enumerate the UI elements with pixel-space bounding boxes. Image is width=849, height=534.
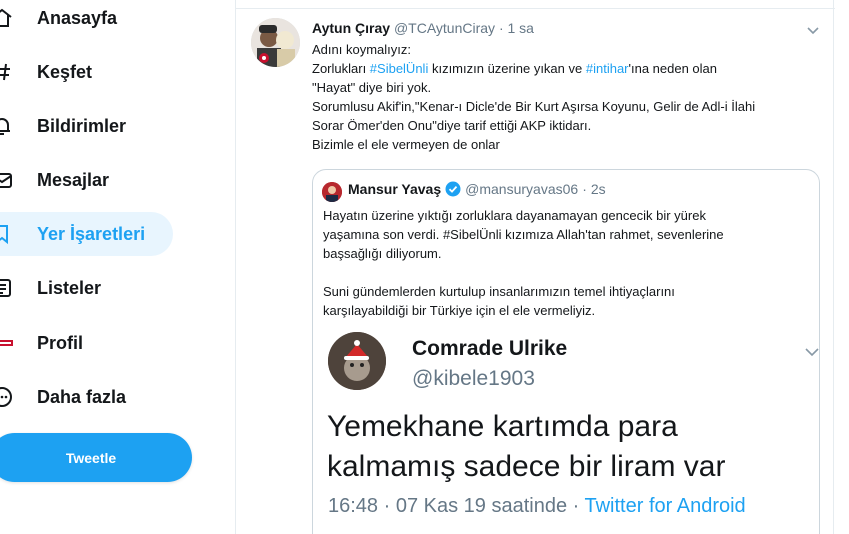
nav-messages-label: Mesajlar [37, 169, 110, 190]
tweet-text-segment: 'ına neden olan [628, 61, 718, 76]
nav-home-label: Anasayfa [37, 7, 118, 28]
hashtag-link[interactable]: #intihar [586, 61, 629, 76]
image-tweet-handle: @kibele1903 [412, 367, 535, 390]
quoted-body: Hayatın üzerine yıktığı zorluklara dayan… [323, 206, 813, 320]
image-text-line: kalmamış sadece bir liram var [327, 450, 726, 483]
envelope-icon [0, 169, 13, 191]
image-tweet-timestamp: 16:48 · 07 Kas 19 saatinde · [328, 495, 585, 517]
nav-explore-label: Keşfet [37, 61, 93, 82]
nav-lists-label: Listeler [37, 277, 102, 298]
quoted-line: Suni gündemlerden kurtulup insanlarımızı… [323, 284, 675, 299]
tweet-separator: · [498, 20, 504, 36]
tweet-line: Adını koymalıyız: [312, 42, 411, 57]
tweet-text-segment: kızımızın üzerine yıkan ve [428, 61, 586, 76]
home-icon [0, 7, 13, 29]
profile-avatar-icon [0, 332, 13, 354]
quoted-line: karşılayabildiği bir Türkiye için el ele… [323, 303, 596, 318]
tweet-line: Zorlukları #SibelÜnli kızımızın üzerine … [312, 59, 822, 78]
tweet-menu-chevron-icon[interactable] [805, 22, 821, 38]
tweet-author-name[interactable]: Aytun Çıray [312, 20, 390, 36]
verified-badge-icon [445, 181, 461, 197]
nav-bookmarks[interactable]: Yer İşaretleri [0, 212, 173, 256]
image-tweet-footer: 16:48 · 07 Kas 19 saatinde · Twitter for… [328, 495, 746, 518]
tweet-line: Sorar Ömer'den Onu"diye tarif ettiği AKP… [312, 118, 592, 133]
bookmark-icon [0, 223, 13, 245]
image-chevron-icon [803, 342, 819, 360]
tweet-header: Aytun Çıray @TCAytunCiray · 1 sa [312, 20, 534, 36]
tweet-text-segment: Zorlukları [312, 61, 370, 76]
nav-profile-label: Profil [37, 332, 84, 353]
hashtag-icon [0, 61, 13, 83]
image-text-line: Yemekhane kartımda para [327, 410, 678, 443]
sidebar-nav: Anasayfa Keşfet Bildirimler Mesajlar Yer… [0, 0, 235, 534]
quoted-header: Mansur Yavaş @mansuryavas06 · 2s [348, 181, 606, 197]
quoted-author-avatar[interactable] [322, 182, 342, 202]
hashtag-link[interactable]: #SibelÜnli [370, 61, 429, 76]
nav-notifications-label: Bildirimler [37, 115, 127, 136]
image-tweet-name: Comrade Ulrike [412, 337, 568, 360]
tweet-line: Bizimle el ele vermeyen de onlar [312, 137, 500, 152]
quoted-author-handle[interactable]: @mansuryavas06 [465, 181, 578, 197]
feed-column: Aytun Çıray @TCAytunCiray · 1 sa Adını k… [235, 0, 835, 534]
more-circle-icon [0, 386, 13, 408]
quoted-line: yaşamına son verdi. #SibelÜnli kızımıza … [323, 227, 724, 242]
tweet-line: Sorumlusu Akif'in,"Kenar-ı Dicle'de Bir … [312, 99, 756, 114]
quoted-line: Hayatın üzerine yıktığı zorluklara dayan… [323, 208, 706, 223]
quoted-author-name[interactable]: Mansur Yavaş [348, 181, 441, 197]
nav-more-label: Daha fazla [37, 386, 127, 407]
tweet-line: "Hayat" diye biri yok. [312, 80, 432, 95]
tweet-author-handle[interactable]: @TCAytunCiray [394, 20, 495, 36]
quoted-separator: · [582, 181, 587, 197]
nav-bookmarks-label: Yer İşaretleri [37, 223, 146, 244]
tweet-author-avatar[interactable] [251, 18, 300, 67]
bell-icon [0, 115, 13, 137]
image-tweet-text: Yemekhane kartımda para kalmamış sadece … [327, 407, 807, 487]
quoted-attached-image[interactable]: Comrade Ulrike @kibele1903 Yemekhane kar… [313, 322, 819, 534]
quoted-tweet-card[interactable]: Mansur Yavaş @mansuryavas06 · 2s Hayatın… [312, 169, 820, 534]
list-icon [0, 277, 13, 299]
tweet-button[interactable]: Tweetle [0, 433, 192, 482]
image-tweet-source: Twitter for Android [584, 495, 746, 517]
feed-divider [236, 8, 835, 9]
tweet-time[interactable]: 1 sa [508, 20, 534, 36]
quoted-time[interactable]: 2s [591, 181, 606, 197]
tweet-body: Adını koymalıyız: Zorlukları #SibelÜnli … [312, 40, 822, 154]
quoted-line: başsağlığı diliyorum. [323, 246, 442, 261]
image-tweet-avatar [328, 332, 386, 390]
